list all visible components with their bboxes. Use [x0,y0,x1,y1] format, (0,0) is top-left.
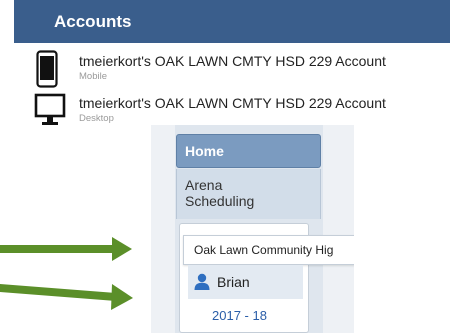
account-name[interactable]: tmeierkort's OAK LAWN CMTY HSD 229 Accou… [79,53,386,69]
organization-selector[interactable]: Oak Lawn Community Hig [183,235,354,265]
sidebar-left-edge [151,125,175,333]
arrow-right-icon [0,284,133,310]
nav-home-label: Home [185,143,224,159]
arrow-right-icon [0,237,132,261]
user-icon [194,273,210,290]
accounts-panel: Accounts tmeierkort's OAK LAWN CMTY HSD … [14,0,450,133]
sidebar-right-edge [323,125,354,333]
desktop-monitor-icon [34,93,66,125]
accounts-title: Accounts [54,12,132,31]
account-type: Desktop [79,113,114,124]
nav-arena-label: Arena Scheduling [185,177,255,209]
accounts-header: Accounts [14,0,450,43]
account-row-mobile[interactable]: tmeierkort's OAK LAWN CMTY HSD 229 Accou… [14,49,450,91]
nav-arena-scheduling[interactable]: Arena Scheduling [176,169,321,219]
account-type: Mobile [79,71,107,82]
season-link[interactable]: 2017 - 18 [188,301,303,331]
user-row[interactable]: Brian [188,265,303,299]
account-name[interactable]: tmeierkort's OAK LAWN CMTY HSD 229 Accou… [79,95,386,111]
nav-home-button[interactable]: Home [176,134,321,168]
organization-label: Oak Lawn Community Hig [194,243,334,257]
arena-sidebar: Home Arena Scheduling Oak Lawn Community… [151,125,354,333]
mobile-phone-icon [36,50,58,88]
season-label[interactable]: 2017 - 18 [212,308,267,323]
user-name: Brian [217,274,250,290]
